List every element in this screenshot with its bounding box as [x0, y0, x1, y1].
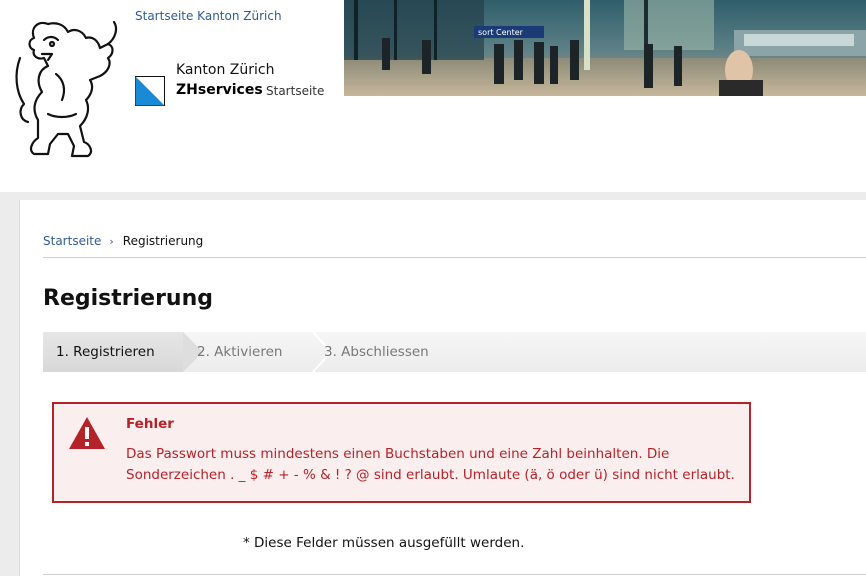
step-abschliessen: 3. Abschliessen	[324, 344, 429, 360]
page-title: Registrierung	[43, 286, 213, 311]
warning-triangle-icon	[69, 417, 105, 449]
main-content: Startseite › Registrierung Registrierung…	[20, 200, 866, 576]
zh-flag-icon	[135, 76, 165, 106]
breadcrumb: Startseite › Registrierung	[43, 234, 203, 248]
error-message: Das Passwort muss mindestens einen Buchs…	[126, 446, 735, 483]
error-alert: Fehler Das Passwort muss mindestens eine…	[52, 402, 751, 503]
top-link-kanton[interactable]: Startseite Kanton Zürich	[135, 9, 282, 23]
step-registrieren: 1. Registrieren	[43, 332, 203, 372]
step-aktivieren: 2. Aktivieren	[197, 344, 283, 360]
breadcrumb-current: Registrierung	[122, 234, 204, 248]
breadcrumb-chevron-icon: ›	[109, 234, 114, 248]
zurich-lion-logo[interactable]	[8, 14, 128, 170]
banner-sign-text: sort Center	[478, 28, 524, 37]
progress-steps: 1. Registrieren 2. Aktivieren 3. Abschli…	[43, 332, 866, 372]
service-startseite[interactable]: Startseite	[266, 84, 324, 98]
site-header: Startseite Kanton Zürich Kanton Zürich Z…	[0, 0, 866, 192]
divider	[43, 257, 866, 258]
header-banner-image: sort Center	[344, 0, 866, 96]
error-title: Fehler	[126, 416, 174, 432]
divider	[43, 574, 866, 575]
kanton-name: Kanton Zürich	[176, 62, 275, 78]
breadcrumb-home-link[interactable]: Startseite	[43, 234, 101, 248]
service-name[interactable]: ZHservices	[176, 82, 263, 98]
required-fields-note: * Diese Felder müssen ausgefüllt werden.	[243, 535, 525, 551]
